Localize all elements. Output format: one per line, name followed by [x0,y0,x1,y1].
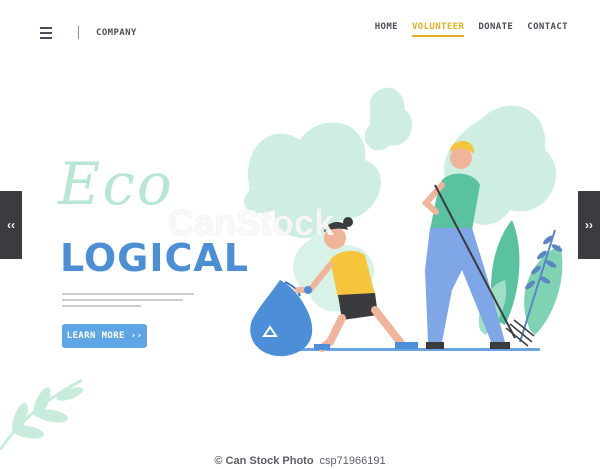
nav-volunteer[interactable]: VOLUNTEER [411,22,465,37]
company-logo[interactable]: COMPANY [96,28,137,38]
leaf-decoration [0,378,84,450]
nav-contact[interactable]: CONTACT [527,22,568,37]
main-nav: HOME VOLUNTEER DONATE CONTACT [375,22,568,37]
watermark-overlay: CanStock [168,202,335,243]
landing-page: COMPANY HOME VOLUNTEER DONATE CONTACT ‹‹… [0,0,600,469]
nav-donate[interactable]: DONATE [478,22,513,37]
watermark-footer: © Can Stock Photo csp71966191 [0,453,600,469]
watermark-id: csp71966191 [319,455,386,467]
watermark-brand: © Can Stock Photo [214,455,314,467]
double-chevron-left-icon: ‹‹ [7,218,15,232]
menu-icon[interactable] [40,27,52,39]
double-chevron-right-icon: ›› [585,218,593,232]
header-divider [78,26,79,39]
prev-slide-button[interactable]: ‹‹ [0,191,22,259]
next-slide-button[interactable]: ›› [578,191,600,259]
nav-home[interactable]: HOME [375,22,398,37]
learn-more-button[interactable]: LEARN MORE ›› [62,324,147,348]
hero-title-script: Eco [58,150,174,218]
hero-body-text [62,293,194,311]
